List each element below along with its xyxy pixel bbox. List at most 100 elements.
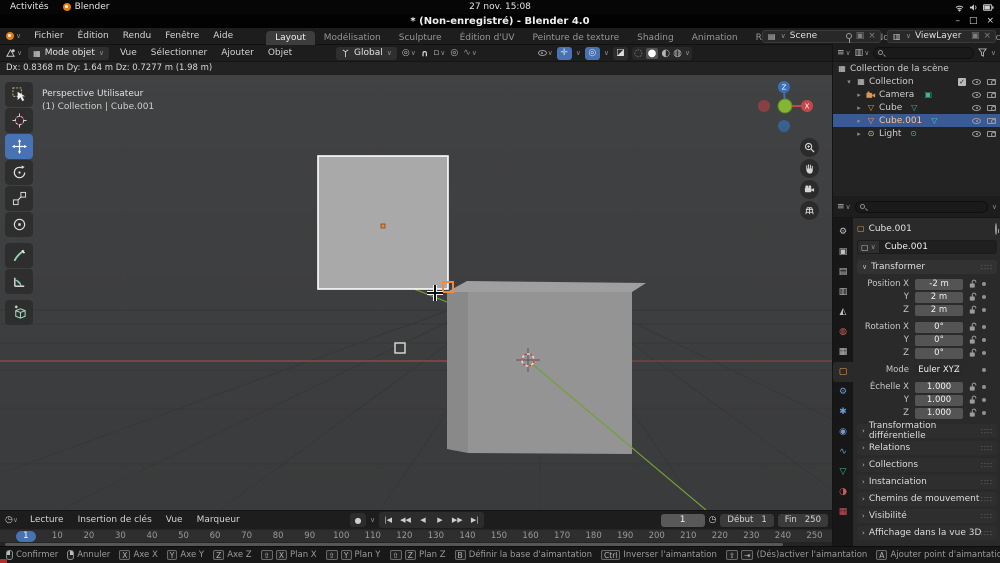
gizmo-neg-z-axis[interactable]	[778, 120, 790, 132]
properties-tab-object[interactable]	[833, 362, 853, 382]
outliner-row-camera[interactable]: ▸ Camera ▣	[833, 88, 1000, 101]
collapsed-panel-header[interactable]: › Transformation différentielle ∷∷	[857, 424, 997, 438]
workspace-tab[interactable]: Modélisation	[315, 31, 390, 45]
tool-cursor[interactable]	[5, 108, 33, 133]
disclosure-icon[interactable]: ▸	[855, 104, 863, 112]
hide-eye-icon[interactable]	[972, 92, 981, 98]
tool-rotate[interactable]	[5, 160, 33, 185]
menu-item[interactable]: Rendu	[116, 31, 159, 41]
pivot-point-dropdown[interactable]: ◎∨	[402, 48, 416, 58]
lock-icon[interactable]	[968, 395, 977, 405]
pin-icon[interactable]	[995, 223, 997, 235]
chevron-down-icon[interactable]: ∨	[992, 203, 997, 211]
xray-toggle[interactable]: ◪	[613, 47, 628, 60]
scene-selector[interactable]: ▤ ∨ Scene ▣ ×	[762, 30, 881, 43]
tool-move[interactable]	[5, 134, 33, 159]
transform-value-field[interactable]: 0°	[915, 348, 963, 359]
disable-render-icon[interactable]	[987, 131, 996, 137]
tool-annotate[interactable]	[5, 243, 33, 268]
menu-item[interactable]: Fenêtre	[158, 31, 206, 41]
collapsed-panel-header[interactable]: › Relations ∷∷	[857, 441, 997, 455]
timeline-menu-item[interactable]: Lecture	[23, 515, 71, 525]
transform-value-field[interactable]: 0°	[915, 335, 963, 346]
gizmos-dropdown[interactable]: ∨	[576, 49, 581, 57]
use-preview-range-icon[interactable]: ◷	[709, 515, 717, 525]
frame-start-field[interactable]: Début1	[720, 514, 773, 527]
transform-panel-header[interactable]: ∨ Transformer ∷∷	[857, 260, 997, 274]
properties-tab-material[interactable]	[833, 482, 853, 502]
gizmo-neg-x-axis[interactable]	[758, 100, 770, 112]
properties-search-input[interactable]	[855, 201, 988, 213]
minimize-button[interactable]: –	[955, 16, 960, 26]
outliner-row-cube[interactable]: ▸ ▽ Cube ▽	[833, 101, 1000, 114]
disclosure-icon[interactable]: ▸	[855, 130, 863, 138]
tool-transform[interactable]	[5, 212, 33, 237]
properties-tab-view-layer[interactable]	[833, 282, 853, 302]
playback-button[interactable]: ◀	[415, 513, 431, 527]
object-type-dropdown[interactable]: ▢∨	[857, 240, 879, 254]
viewport-menu-item[interactable]: Sélectionner	[144, 48, 214, 58]
animate-dot-icon[interactable]	[982, 351, 986, 355]
timeline-menu-item[interactable]: Marqueur	[190, 515, 247, 525]
workspace-tab[interactable]: Animation	[683, 31, 747, 45]
outliner-row-cube-001[interactable]: ▸ ▽ Cube.001 ▽	[833, 114, 1000, 127]
blender-menu-button[interactable]: ∨	[6, 32, 21, 40]
viewlayer-selector[interactable]: ▥ ∨ ViewLayer ▣ ×	[887, 30, 996, 43]
ortho-perspective-button[interactable]	[800, 201, 819, 220]
playback-button[interactable]: ▶▶	[449, 513, 466, 527]
navigation-gizmo[interactable]: Z X	[754, 76, 818, 140]
panel-grip-icon[interactable]: ∷∷	[981, 461, 993, 470]
panel-grip-icon[interactable]: ∷∷	[981, 529, 993, 538]
collapsed-panel-header[interactable]: › Instanciation ∷∷	[857, 475, 997, 489]
collapsed-panel-header[interactable]: › Collections ∷∷	[857, 458, 997, 472]
animate-dot-icon[interactable]	[982, 308, 986, 312]
properties-tab-physics[interactable]	[833, 422, 853, 442]
hide-eye-icon[interactable]	[972, 105, 981, 111]
disable-render-icon[interactable]	[987, 118, 996, 124]
hide-eye-icon[interactable]	[972, 79, 981, 85]
visibility-dropdown[interactable]: ∨	[538, 49, 553, 57]
auto-keying-button[interactable]: ●	[350, 513, 366, 527]
pin-icon[interactable]	[846, 33, 852, 39]
tool-measure[interactable]	[5, 269, 33, 294]
transform-value-field[interactable]: 1.000	[915, 382, 963, 393]
disable-render-icon[interactable]	[987, 105, 996, 111]
gizmo-y-axis[interactable]	[778, 99, 792, 113]
animate-dot-icon[interactable]	[982, 398, 986, 402]
proportional-falloff-dropdown[interactable]: ∿∨	[463, 48, 477, 58]
timeline-editor-type[interactable]: ◷∨	[5, 515, 18, 525]
outliner-row-light[interactable]: ▸ ⊙ Light ⊙	[833, 127, 1000, 140]
transform-value-field[interactable]: 1.000	[915, 395, 963, 406]
overlays-dropdown[interactable]: ∨	[604, 49, 609, 57]
panel-grip-icon[interactable]: ∷∷	[981, 427, 993, 436]
panel-grip-icon[interactable]: ∷∷	[981, 512, 993, 521]
disclosure-icon[interactable]: ▸	[855, 117, 863, 125]
animate-dot-icon[interactable]	[982, 325, 986, 329]
animate-dot-icon[interactable]	[982, 411, 986, 415]
properties-tab-object-data[interactable]	[833, 462, 853, 482]
cube-001-selected-object[interactable]	[318, 156, 448, 289]
lock-icon[interactable]	[968, 348, 977, 358]
properties-tab-output[interactable]	[833, 262, 853, 282]
disclosure-icon[interactable]: ▾	[845, 78, 853, 86]
timeline-menu-item[interactable]: Vue	[159, 515, 190, 525]
properties-editor-type[interactable]: ≡∨	[837, 202, 851, 212]
properties-tab-world[interactable]	[833, 322, 853, 342]
transform-orientation-dropdown[interactable]: Global ∨	[336, 47, 397, 60]
activities-button[interactable]: Activités	[10, 2, 49, 12]
animate-dot-icon[interactable]	[982, 338, 986, 342]
menu-item[interactable]: Fichier	[27, 31, 70, 41]
workspace-tab[interactable]: Sculpture	[390, 31, 451, 45]
lock-icon[interactable]	[968, 322, 977, 332]
viewport-menu-item[interactable]: Vue	[113, 48, 144, 58]
filter-icon[interactable]	[978, 48, 987, 57]
properties-tab-scene[interactable]	[833, 302, 853, 322]
transform-value-field[interactable]: 2 m	[915, 292, 963, 303]
properties-tab-collection[interactable]	[833, 342, 853, 362]
system-tray[interactable]	[955, 3, 994, 12]
close-button[interactable]: ×	[986, 16, 994, 26]
properties-tab-modifiers[interactable]	[833, 382, 853, 402]
editor-type-button[interactable]: ∨	[5, 48, 22, 59]
properties-tab-texture[interactable]	[833, 502, 853, 522]
overlays-toggle[interactable]: ◎	[585, 47, 600, 60]
